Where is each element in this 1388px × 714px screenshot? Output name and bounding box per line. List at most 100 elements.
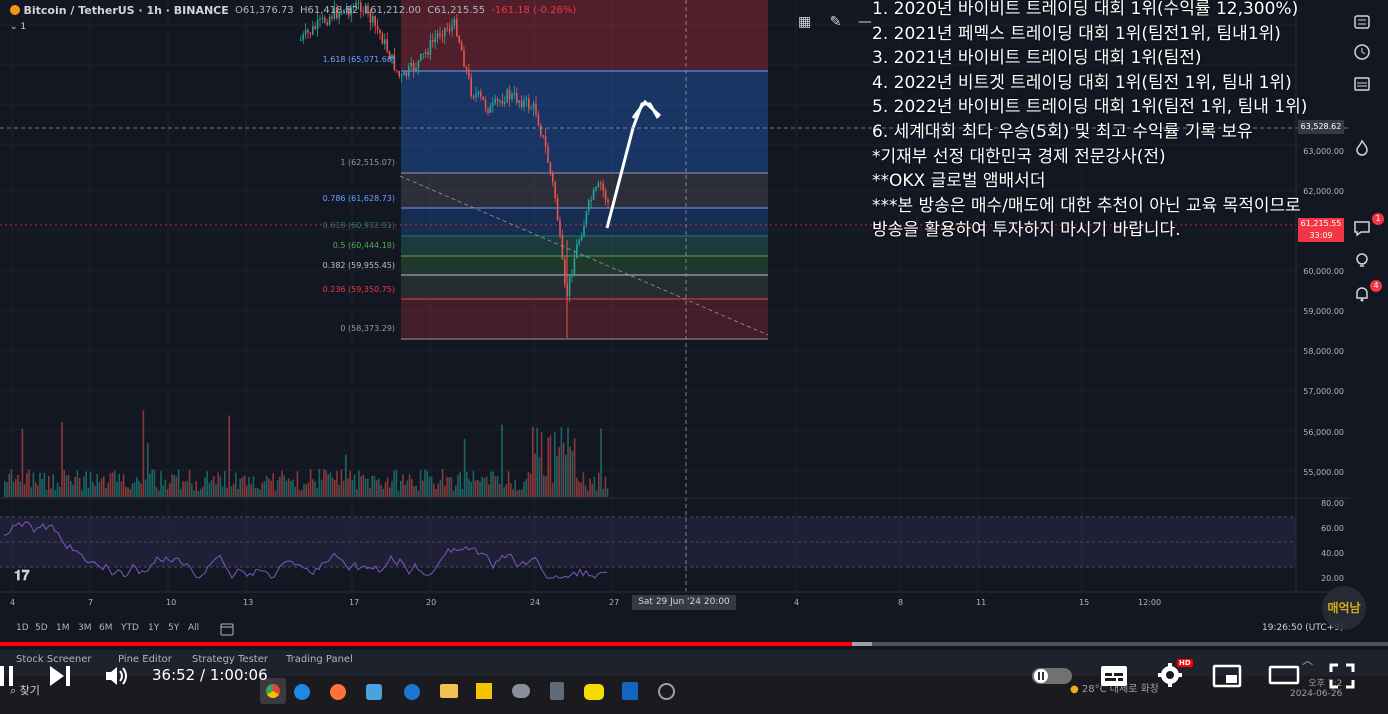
- ohlc-readout: O61,376.73 H61,418.82 L61,212.00 C61,215…: [235, 5, 579, 16]
- fullscreen-icon[interactable]: [1328, 662, 1356, 694]
- rsi-tick: 60.00: [1321, 524, 1344, 533]
- app-icon-bird[interactable]: [366, 684, 382, 700]
- volume-bar: [206, 471, 208, 497]
- volume-bar: [411, 479, 413, 497]
- bottom-tab[interactable]: Strategy Tester: [192, 654, 268, 665]
- volume-bar: [329, 472, 332, 497]
- app-icon-gray[interactable]: [512, 684, 530, 698]
- pencil-icon[interactable]: ✎: [830, 14, 842, 30]
- candle-body: [379, 29, 381, 34]
- clock-icon[interactable]: [1352, 42, 1382, 66]
- video-progress-track[interactable]: [0, 642, 1388, 646]
- sticky-notes-icon[interactable]: [476, 683, 492, 699]
- candle-body: [578, 240, 580, 245]
- timeframe-3m[interactable]: 3M: [78, 623, 92, 633]
- app-icon-blue[interactable]: [622, 682, 638, 700]
- candle-body: [585, 211, 588, 226]
- candle-body: [456, 19, 458, 37]
- volume-bar: [67, 474, 70, 497]
- obs-icon[interactable]: [658, 683, 675, 700]
- volume-bar: [283, 475, 285, 497]
- volume-bar: [197, 490, 200, 497]
- candle-body: [422, 53, 424, 55]
- candle-body: [597, 183, 600, 188]
- candle-body: [568, 276, 571, 296]
- fib-zone: [401, 275, 768, 299]
- volume-bar: [188, 469, 191, 497]
- volume-bar: [580, 482, 582, 497]
- timeframe-5d[interactable]: 5D: [35, 623, 48, 633]
- ie-icon[interactable]: [404, 684, 420, 700]
- volume-bar: [479, 481, 481, 497]
- volume-bar: [523, 481, 525, 497]
- candle-body: [604, 190, 607, 200]
- date-range-icon[interactable]: [220, 621, 234, 640]
- calculator-icon[interactable]: [550, 682, 564, 700]
- volume-bar: [151, 469, 153, 497]
- volume-bar: [463, 438, 466, 497]
- fib-label: 0.5 (60,444.18): [332, 241, 395, 250]
- edge-icon[interactable]: [294, 684, 310, 700]
- overlay-line: 3. 2021년 바이비트 트레이딩 대회 1위(팀전): [872, 48, 1202, 69]
- watchlist-icon[interactable]: [1352, 12, 1382, 36]
- bottom-tab[interactable]: Trading Panel: [286, 654, 353, 665]
- fib-zone: [401, 236, 768, 256]
- timeframe-6m[interactable]: 6M: [99, 623, 113, 633]
- hotlist-icon[interactable]: [1352, 138, 1382, 162]
- time-tick: 10: [166, 598, 177, 607]
- line-icon[interactable]: —: [858, 14, 872, 30]
- volume-bar: [131, 483, 134, 497]
- timeframe-1y[interactable]: 1Y: [148, 623, 159, 633]
- volume-icon[interactable]: [104, 664, 130, 692]
- volume-bar: [270, 480, 272, 497]
- time-tick: 24: [530, 598, 541, 607]
- firefox-icon[interactable]: [330, 684, 346, 700]
- volume-bar: [65, 475, 68, 497]
- candle-body: [573, 257, 576, 276]
- theater-mode-icon[interactable]: [1268, 664, 1300, 692]
- grid-icon[interactable]: ▦: [798, 14, 811, 30]
- volume-bar: [545, 475, 547, 497]
- volume-bar: [265, 475, 268, 497]
- candle-body: [542, 135, 544, 137]
- volume-bar: [28, 469, 30, 497]
- candle-body: [588, 200, 590, 212]
- timeframe-1d[interactable]: 1D: [16, 623, 29, 633]
- ideas-icon[interactable]: [1352, 250, 1382, 274]
- volume-bar: [468, 479, 470, 497]
- candle-body: [537, 114, 540, 126]
- miniplayer-icon[interactable]: [1212, 664, 1242, 692]
- list-icon[interactable]: [1352, 74, 1382, 98]
- volume-bar: [485, 476, 488, 497]
- timeframe-1m[interactable]: 1M: [56, 623, 70, 633]
- volume-bar: [87, 487, 90, 497]
- pause-button[interactable]: [0, 666, 16, 690]
- bottom-tab[interactable]: Stock Screener: [16, 654, 92, 665]
- timeframe-ytd[interactable]: YTD: [121, 623, 139, 633]
- folder-icon[interactable]: [440, 684, 458, 698]
- candle-body: [316, 19, 319, 29]
- autoplay-toggle[interactable]: [1032, 668, 1072, 684]
- volume-bar: [34, 482, 37, 497]
- timeframe-all[interactable]: All: [188, 623, 199, 633]
- volume-bar: [576, 477, 578, 497]
- volume-bar: [254, 487, 257, 497]
- candle-body: [439, 33, 441, 36]
- candle-body: [424, 51, 427, 54]
- symbol-title[interactable]: Bitcoin / TetherUS · 1h · BINANCE: [10, 4, 229, 17]
- volume-bar: [547, 437, 549, 497]
- volume-bar: [551, 483, 554, 497]
- overlay-line: 1. 2020년 바이비트 트레이딩 대회 1위(수익률 12,300%): [872, 0, 1299, 19]
- candle-body: [444, 27, 446, 37]
- indicator-toggle[interactable]: ⌄ 1: [10, 22, 26, 32]
- chevron-up-icon[interactable]: ︿: [1302, 652, 1313, 668]
- volume-bar: [325, 470, 327, 497]
- kakaotalk-icon[interactable]: [584, 684, 604, 700]
- next-button[interactable]: [50, 666, 72, 690]
- timeframe-5y[interactable]: 5Y: [168, 623, 179, 633]
- time-cursor-label: Sat 29 Jun '24 20:00: [632, 595, 736, 610]
- channel-watermark[interactable]: 매억남: [1322, 586, 1366, 630]
- subtitles-icon[interactable]: [1100, 664, 1128, 692]
- high-value: H61,418.82: [299, 5, 359, 16]
- volume-bar: [593, 476, 596, 497]
